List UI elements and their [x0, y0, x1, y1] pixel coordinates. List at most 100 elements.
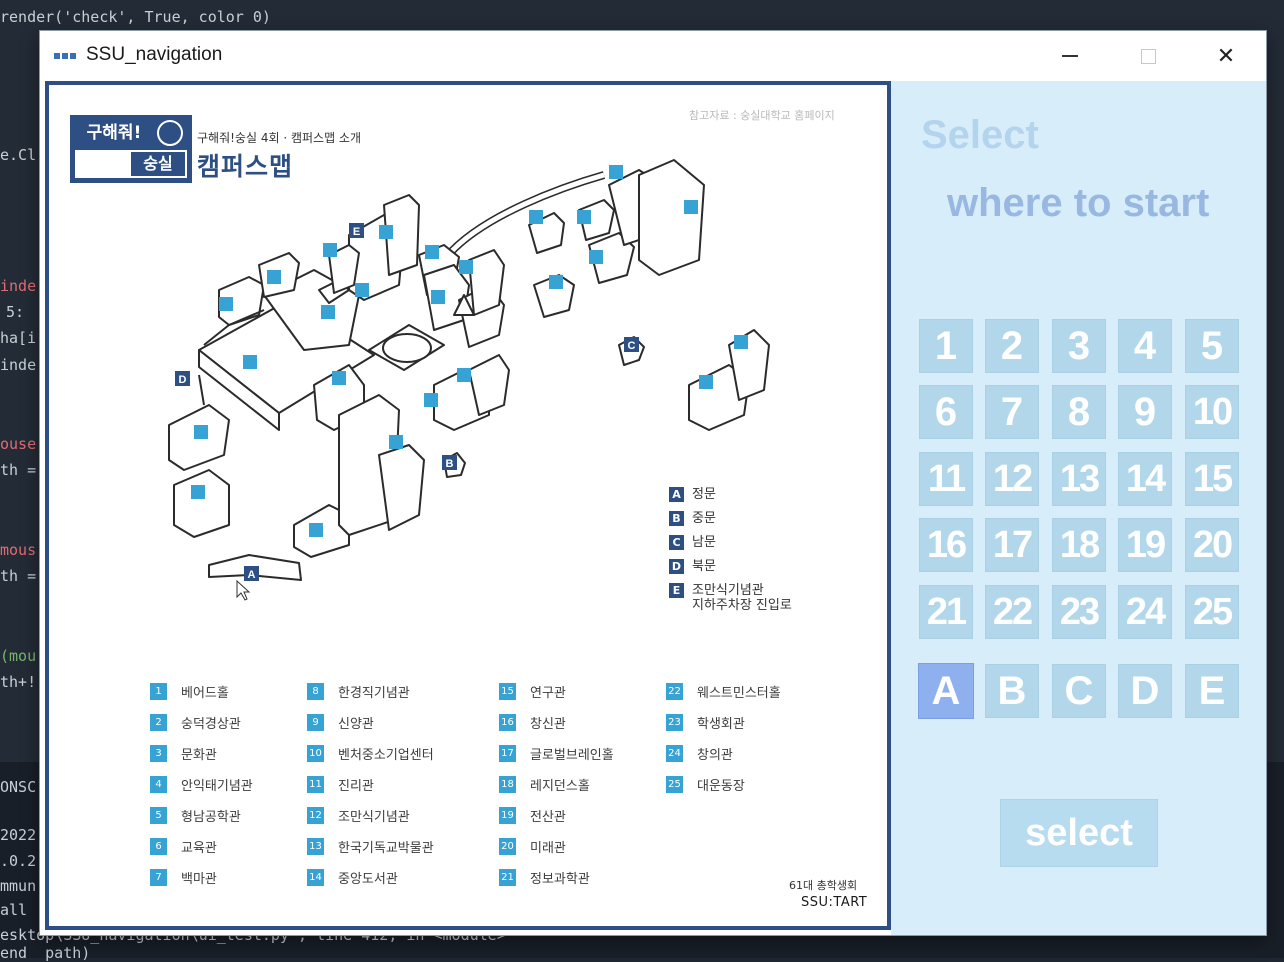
start-option-button[interactable]: D [1118, 664, 1172, 718]
building-legend-item: 13 한국기독교박물관 [307, 831, 434, 862]
gate-legend-item: C 남문 [669, 535, 792, 559]
start-option-button[interactable]: 7 [985, 385, 1039, 439]
select-button[interactable]: select [1000, 799, 1158, 867]
code-line: inde [0, 356, 37, 374]
building-number: 23 [666, 714, 683, 731]
building-number: 1 [150, 683, 167, 700]
start-selection-panel: Select where to start 1 2 3 4 5 6 7 8 9 … [891, 81, 1266, 935]
start-option-button[interactable]: C [1052, 664, 1106, 718]
start-option-button[interactable]: 10 [1185, 385, 1239, 439]
start-option-button[interactable]: 8 [1052, 385, 1106, 439]
building-legend-item: 8 한경직기념관 [307, 676, 434, 707]
building-legend-item: 10 벤처중소기업센터 [307, 738, 434, 769]
code-line: end path) [0, 944, 91, 962]
title-bar[interactable]: SSU_navigation ✕ [40, 31, 1266, 81]
building-legend-item: 25 대운동장 [666, 769, 781, 800]
map-title: 캠퍼스맵 [197, 152, 294, 181]
map-subtitle: 구해줘!숭실 4회 · 캠퍼스맵 소개 [197, 131, 361, 145]
code-line: render('check', True, color 0) [0, 8, 271, 26]
start-option-button[interactable]: 9 [1118, 385, 1172, 439]
start-option-button[interactable]: 3 [1052, 319, 1106, 373]
start-option-button[interactable]: 19 [1118, 518, 1172, 572]
start-option-button[interactable]: 15 [1185, 452, 1239, 506]
app-window: SSU_navigation ✕ A B C D E 참고자료: 숭실대학교 … [40, 31, 1266, 935]
start-option-button[interactable]: E [1185, 664, 1239, 718]
building-legend-item: 24 창의관 [666, 738, 781, 769]
building-name: 형남공학관 [181, 810, 241, 825]
start-option-button[interactable]: 17 [985, 518, 1039, 572]
building-legend-item: 17 글로벌브레인홀 [499, 738, 614, 769]
gate-tag: A [669, 487, 684, 502]
building-name: 대운동장 [697, 779, 745, 794]
gate-tag: D [669, 559, 684, 574]
gate-legend-item: E 조만식기념관 지하주차장 진입로 [669, 583, 792, 619]
building-number: 18 [499, 776, 516, 793]
building-number: 13 [307, 838, 324, 855]
code-line: th+! [0, 673, 37, 691]
building-legend-item: 4 안익태기념관 [150, 769, 253, 800]
start-option-button[interactable]: 25 [1185, 585, 1239, 639]
building-number: 11 [307, 776, 324, 793]
maximize-button[interactable] [1123, 31, 1173, 81]
brand-logo-text: 구해줘! [75, 120, 153, 146]
start-option-button[interactable]: B [985, 664, 1039, 718]
code-line: th = [0, 461, 37, 479]
map-gate-label: C [628, 340, 636, 352]
start-option-button[interactable]: 21 [919, 585, 973, 639]
minimize-icon [1062, 55, 1078, 57]
building-legend-item: 2 숭덕경상관 [150, 707, 253, 738]
maximize-icon [1140, 48, 1156, 64]
building-legend-column: 1 베어드홀 2 숭덕경상관 3 문화관 4 안익태기념관 5 형남공학관 6 교육관 7백… [150, 676, 253, 893]
start-option-button[interactable]: 5 [1185, 319, 1239, 373]
map-gate-label: B [446, 458, 454, 470]
close-button[interactable]: ✕ [1201, 31, 1251, 81]
building-number: 16 [499, 714, 516, 731]
building-number: 3 [150, 745, 167, 762]
building-name: 중앙도서관 [338, 872, 398, 887]
code-line: mous [0, 541, 37, 559]
campus-map-image: A B C D E 참고자료 : 숭실대학교 홈페이지 구해줘! 숭실 구해줘!… [45, 81, 891, 930]
building-legend-item: 15 연구관 [499, 676, 614, 707]
start-option-button[interactable]: 12 [985, 452, 1039, 506]
code-line: mmun [0, 877, 37, 895]
start-option-button[interactable]: 20 [1185, 518, 1239, 572]
gate-legend-item: A 정문 [669, 487, 792, 511]
building-legend-item: 23 학생회관 [666, 707, 781, 738]
building-name: 베어드홀 [181, 686, 229, 701]
building-legend-item: 7 백마관 [150, 862, 253, 893]
building-legend-item: 9 신양관 [307, 707, 434, 738]
building-name: 정보과학관 [530, 872, 590, 887]
start-option-button[interactable]: 1 [919, 319, 973, 373]
start-option-button[interactable]: 2 [985, 319, 1039, 373]
gate-label: 정문 [692, 487, 716, 502]
building-name: 진리관 [338, 779, 374, 794]
start-option-button-selected[interactable]: A [919, 664, 973, 718]
start-option-button[interactable]: 13 [1052, 452, 1106, 506]
code-line: ouse [0, 435, 37, 453]
start-option-button[interactable]: 6 [919, 385, 973, 439]
building-legend-column: 15 연구관 16 창신관 17 글로벌브레인홀 18 레지던스홀 19 전산관 20 미래… [499, 676, 614, 893]
minimize-button[interactable] [1045, 31, 1095, 81]
building-name: 벤처중소기업센터 [338, 748, 434, 763]
start-option-button[interactable]: 24 [1118, 585, 1172, 639]
building-legend-item: 14 중앙도서관 [307, 862, 434, 893]
building-number: 9 [307, 714, 324, 731]
start-option-button[interactable]: 4 [1118, 319, 1172, 373]
start-option-button[interactable]: 11 [919, 452, 973, 506]
building-legend-item: 3 문화관 [150, 738, 253, 769]
panel-subheading: where to start [947, 181, 1210, 225]
building-name: 조만식기념관 [338, 810, 410, 825]
start-option-button[interactable]: 16 [919, 518, 973, 572]
start-option-button[interactable]: 23 [1052, 585, 1106, 639]
start-option-button[interactable]: 22 [985, 585, 1039, 639]
building-legend-item: 5 형남공학관 [150, 800, 253, 831]
building-number: 6 [150, 838, 167, 855]
start-option-button[interactable]: 14 [1118, 452, 1172, 506]
map-gate-label: E [353, 226, 360, 238]
gate-label: 북문 [692, 559, 716, 574]
building-number: 24 [666, 745, 683, 762]
building-number: 14 [307, 869, 324, 886]
building-name: 신양관 [338, 717, 374, 732]
gate-label: 조만식기념관 지하주차장 진입로 [692, 583, 792, 613]
start-option-button[interactable]: 18 [1052, 518, 1106, 572]
